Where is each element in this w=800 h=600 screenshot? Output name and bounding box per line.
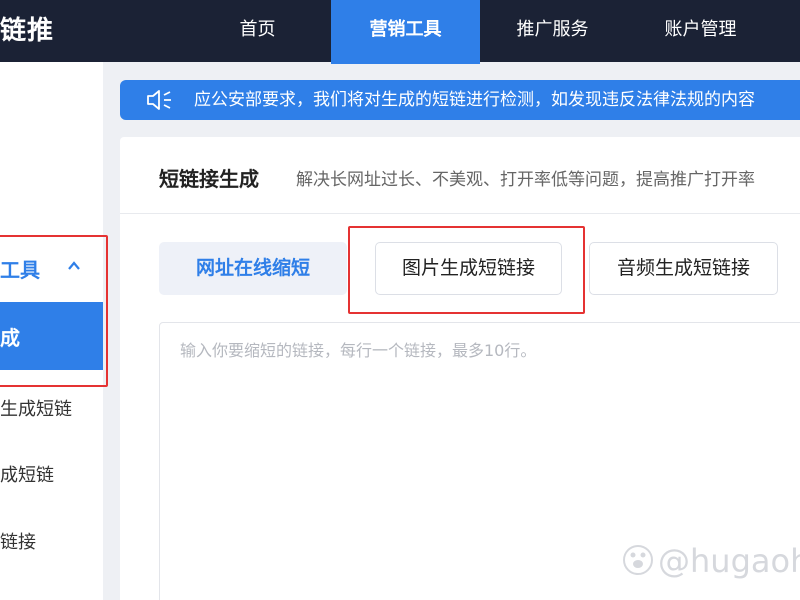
speaker-icon: [147, 90, 171, 110]
sidebar-item-link[interactable]: 链接: [0, 528, 36, 554]
tab-audio-short-link[interactable]: 音频生成短链接: [589, 242, 778, 295]
sidebar-item-active-label: 成: [0, 326, 20, 350]
sidebar: 工具 成 生成短链 成短链 链接: [0, 62, 103, 600]
site-logo[interactable]: 链推: [0, 0, 54, 62]
sidebar-item-audio-link[interactable]: 成短链: [0, 461, 54, 487]
nav-promotion-services[interactable]: 推广服务: [495, 0, 610, 62]
tab-url-shorten[interactable]: 网址在线缩短: [159, 242, 347, 295]
tab-image-short-link[interactable]: 图片生成短链接: [375, 242, 562, 295]
nav-marketing-tools[interactable]: 营销工具: [331, 0, 480, 64]
nav-account-management[interactable]: 账户管理: [643, 0, 758, 62]
sidebar-item-image-link[interactable]: 生成短链: [0, 395, 72, 421]
page-title: 短链接生成: [159, 167, 259, 191]
watermark-text: @hugaoh: [658, 542, 800, 580]
panel-divider: [120, 213, 800, 214]
sidebar-group-label: 工具: [0, 258, 40, 282]
sidebar-group-tools[interactable]: 工具: [0, 232, 103, 302]
page-description: 解决长网址过长、不美观、打开率低等问题，提高推广打开率: [296, 170, 755, 190]
sidebar-item-active[interactable]: 成: [0, 302, 103, 370]
notice-text: 应公安部要求，我们将对生成的短链进行检测，如发现违反法律法规的内容: [194, 90, 755, 110]
paw-logo-icon: [623, 545, 653, 575]
notice-banner: 应公安部要求，我们将对生成的短链进行检测，如发现违反法律法规的内容: [120, 80, 800, 120]
top-navigation-bar: 链推 首页 营销工具 推广服务 账户管理: [0, 0, 800, 64]
nav-home[interactable]: 首页: [200, 0, 315, 62]
chevron-up-icon: [68, 261, 80, 270]
